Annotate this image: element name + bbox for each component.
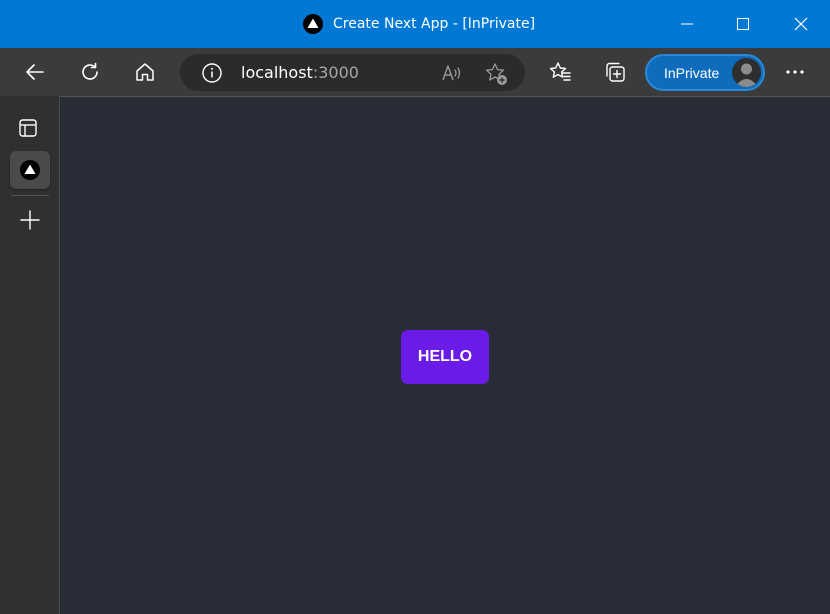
avatar (732, 58, 761, 87)
read-aloud-icon[interactable] (440, 61, 464, 85)
address-bar[interactable]: localhost:3000 (180, 54, 525, 91)
tab-actions-button[interactable] (14, 114, 42, 142)
url-host: localhost (241, 63, 313, 82)
nextjs-icon (303, 14, 323, 34)
browser-toolbar: localhost:3000 InPrivate (0, 48, 830, 96)
close-button[interactable] (773, 0, 829, 48)
title-bar: Create Next App - [InPrivate] (0, 0, 830, 48)
minimize-icon (681, 23, 693, 25)
more-button[interactable] (781, 58, 809, 86)
refresh-icon (82, 62, 98, 80)
tab-actions-icon (19, 119, 37, 137)
hello-button[interactable]: HELLO (401, 330, 489, 384)
more-icon (786, 70, 804, 74)
home-icon (136, 63, 154, 81)
tab-separator (11, 195, 49, 196)
close-icon (794, 17, 808, 31)
home-button[interactable] (131, 58, 159, 86)
tab-create-next-app[interactable] (10, 151, 50, 189)
collections-button[interactable] (601, 58, 629, 86)
page-content: HELLO (61, 97, 830, 614)
inprivate-button[interactable]: InPrivate (645, 54, 765, 91)
url-port: :3000 (312, 63, 359, 82)
vertical-tab-bar (0, 96, 60, 614)
profile-icon (735, 63, 758, 87)
inprivate-label: InPrivate (664, 65, 720, 81)
favorites-button[interactable] (546, 58, 574, 86)
maximize-button[interactable] (715, 0, 771, 48)
window-title-group: Create Next App - [InPrivate] (303, 13, 535, 35)
minimize-button[interactable] (659, 0, 715, 48)
window-title: Create Next App - [InPrivate] (333, 16, 536, 32)
info-icon[interactable] (201, 62, 223, 84)
url-text[interactable]: localhost:3000 (241, 63, 359, 82)
maximize-icon (737, 18, 749, 30)
collections-icon (606, 62, 625, 82)
nextjs-icon (20, 160, 40, 180)
new-tab-icon (20, 210, 40, 230)
new-tab-button[interactable] (16, 206, 44, 234)
add-favorite-icon[interactable] (483, 61, 509, 87)
back-arrow-icon (26, 64, 44, 80)
favorites-icon (549, 62, 571, 81)
refresh-button[interactable] (76, 58, 104, 86)
back-button[interactable] (21, 58, 49, 86)
